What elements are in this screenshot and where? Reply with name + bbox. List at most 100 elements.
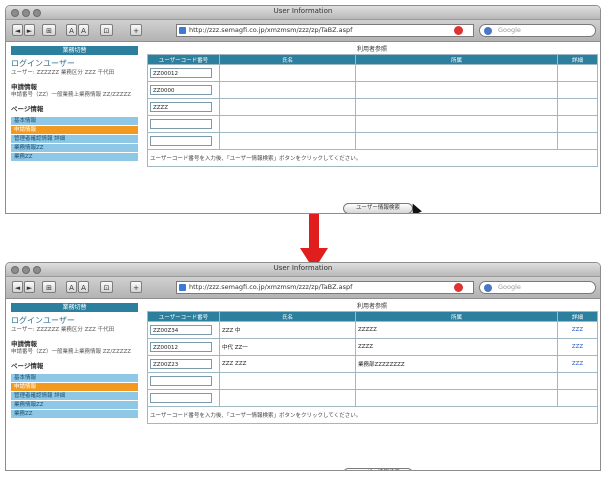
user-code-input[interactable]: ZZZZ [150,102,212,112]
sidebar-header: 業務切替 [11,303,138,312]
menu-item-admin-detail[interactable]: 管理者確認情報 詳細 [11,391,138,400]
menu-item-admin-detail[interactable]: 管理者確認情報 詳細 [11,134,138,143]
user-code-input[interactable] [150,136,212,146]
application-info: 申請番号（ZZ）一般業務上業務情報 ZZ/ZZZZZ [11,349,132,355]
sidebar-header: 業務切替 [11,46,138,55]
back-button[interactable]: ◄ [12,281,23,293]
col-header-detail: 詳細 [557,311,598,322]
user-search-button[interactable]: ユーザー情報検索 [343,203,413,213]
browser-window-after: User Information ◄ ► ⊞ A A ⊡ + http://zz… [5,262,601,471]
search-field[interactable]: Google [479,24,596,37]
text-larger-button[interactable]: A [78,281,89,293]
col-header-name: 氏名 [219,54,356,65]
menu-item-application[interactable]: 申請情報 [11,125,138,134]
back-button[interactable]: ◄ [12,24,23,36]
table-row [147,389,598,407]
forward-button[interactable]: ► [24,24,35,36]
menu-item-application[interactable]: 申請情報 [11,382,138,391]
application-info: 申請番号（ZZ）一般業務上業務情報 ZZ/ZZZZZ [11,92,132,98]
login-user-title: ログインユーザー [11,316,75,325]
main-panel: 利用者参照 ユーザーコード番号 氏名 所属 詳細 ZZ00012 ZZ0000 … [147,46,598,167]
browser-toolbar: ◄ ► ⊞ A A ⊡ + http://zzz.semagfi.co.jp/x… [6,277,600,299]
table-row [147,115,598,133]
page-title: 利用者参照 [356,303,387,310]
col-header-org: 所属 [355,311,558,322]
user-search-button[interactable]: ユーザー情報検索 [343,468,413,470]
instruction-note: ユーザーコード番号を入力後、「ユーザー情報検索」ボタンをクリックしてください。 [147,406,598,424]
google-icon [484,284,492,292]
bookmarks-button[interactable]: ⊞ [42,281,56,293]
page-content: 業務切替 ログインユーザー ユーザー: ZZZZZZ 業務区分 ZZZ 千代田 … [6,298,600,470]
text-larger-button[interactable]: A [78,24,89,36]
user-name: ZZZ ZZZ [219,355,356,373]
print-button[interactable]: ⊡ [100,24,113,36]
table-header-row: ユーザーコード番号 氏名 所属 詳細 [147,54,598,65]
user-org: ZZZZZ [355,321,558,339]
browser-window-before: User Information ◄ ► ⊞ A A ⊡ + http://zz… [5,5,601,214]
reload-icon[interactable] [454,26,463,35]
mouse-cursor-icon [408,201,422,213]
site-icon [179,284,186,291]
page-content: 業務切替 ログインユーザー ユーザー: ZZZZZZ 業務区分 ZZZ 千代田 … [6,41,600,213]
table-row: ZZ00012 中代 ZZ一 ZZZZ ZZZ [147,338,598,356]
browser-toolbar: ◄ ► ⊞ A A ⊡ + http://zzz.semagfi.co.jp/x… [6,20,600,42]
menu-item-business-info[interactable]: 業務情報ZZ [11,400,138,409]
add-bookmark-button[interactable]: + [130,281,142,293]
print-button[interactable]: ⊡ [100,281,113,293]
reload-icon[interactable] [454,283,463,292]
user-name: ZZZ 中 [219,321,356,339]
user-table: ユーザーコード番号 氏名 所属 詳細 ZZ00012 ZZ0000 ZZZZ ユ… [147,54,598,167]
login-user-info: ユーザー: ZZZZZZ 業務区分 ZZZ 千代田 [11,327,115,333]
add-bookmark-button[interactable]: + [130,24,142,36]
menu-item-business[interactable]: 業務ZZ [11,409,138,418]
table-row [147,372,598,390]
user-org: ZZZZ [355,338,558,356]
site-icon [179,27,186,34]
table-note-row: ユーザーコード番号を入力後、「ユーザー情報検索」ボタンをクリックしてください。 [147,406,598,424]
table-note-row: ユーザーコード番号を入力後、「ユーザー情報検索」ボタンをクリックしてください。 [147,149,598,167]
col-header-name: 氏名 [219,311,356,322]
page-title: 利用者参照 [356,46,387,53]
url-field[interactable]: http://zzz.semagfi.co.jp/xmzmsm/zzz/zp/T… [176,281,474,294]
login-user-title: ログインユーザー [11,59,75,68]
user-table: ユーザーコード番号 氏名 所属 詳細 ZZ00Z34 ZZZ 中 ZZZZZ ZZZ … [147,311,598,424]
menu-item-business[interactable]: 業務ZZ [11,152,138,161]
table-row: ZZ00Z23 ZZZ ZZZ 業務部ZZZZZZZZ ZZZ [147,355,598,373]
url-field[interactable]: http://zzz.semagfi.co.jp/xmzmsm/zzz/zp/T… [176,24,474,37]
down-arrow-icon [309,214,319,252]
text-smaller-button[interactable]: A [66,281,77,293]
user-name: 中代 ZZ一 [219,338,356,356]
col-header-detail: 詳細 [557,54,598,65]
login-user-info: ユーザー: ZZZZZZ 業務区分 ZZZ 千代田 [11,70,115,76]
title-bar: User Information [6,263,600,277]
text-smaller-button[interactable]: A [66,24,77,36]
user-code-input[interactable]: ZZ00012 [150,68,212,78]
menu-item-basic[interactable]: 基本情報 [11,373,138,382]
instruction-note: ユーザーコード番号を入力後、「ユーザー情報検索」ボタンをクリックしてください。 [147,149,598,167]
google-icon [484,27,492,35]
sidebar: 業務切替 ログインユーザー ユーザー: ZZZZZZ 業務区分 ZZZ 千代田 … [11,303,138,418]
user-code-input[interactable]: ZZ00Z34 [150,325,212,335]
page-info-title: ページ情報 [11,362,44,370]
detail-link[interactable]: ZZZ [557,321,598,339]
user-code-input[interactable]: ZZ00012 [150,342,212,352]
menu-item-basic[interactable]: 基本情報 [11,116,138,125]
page-info-title: ページ情報 [11,105,44,113]
user-code-input[interactable] [150,119,212,129]
menu-item-business-info[interactable]: 業務情報ZZ [11,143,138,152]
bookmarks-button[interactable]: ⊞ [42,24,56,36]
window-title: User Information [273,264,333,272]
user-code-input[interactable] [150,393,212,403]
sidebar-menu: 基本情報 申請情報 管理者確認情報 詳細 業務情報ZZ 業務ZZ [11,116,138,161]
detail-link[interactable]: ZZZ [557,338,598,356]
search-field[interactable]: Google [479,281,596,294]
application-info-title: 申請情報 [11,340,37,348]
detail-link[interactable]: ZZZ [557,355,598,373]
user-code-input[interactable] [150,376,212,386]
user-code-input[interactable]: ZZ0000 [150,85,212,95]
forward-button[interactable]: ► [24,281,35,293]
table-row: ZZ00Z34 ZZZ 中 ZZZZZ ZZZ [147,321,598,339]
sidebar: 業務切替 ログインユーザー ユーザー: ZZZZZZ 業務区分 ZZZ 千代田 … [11,46,138,161]
application-info-title: 申請情報 [11,83,37,91]
user-code-input[interactable]: ZZ00Z23 [150,359,212,369]
